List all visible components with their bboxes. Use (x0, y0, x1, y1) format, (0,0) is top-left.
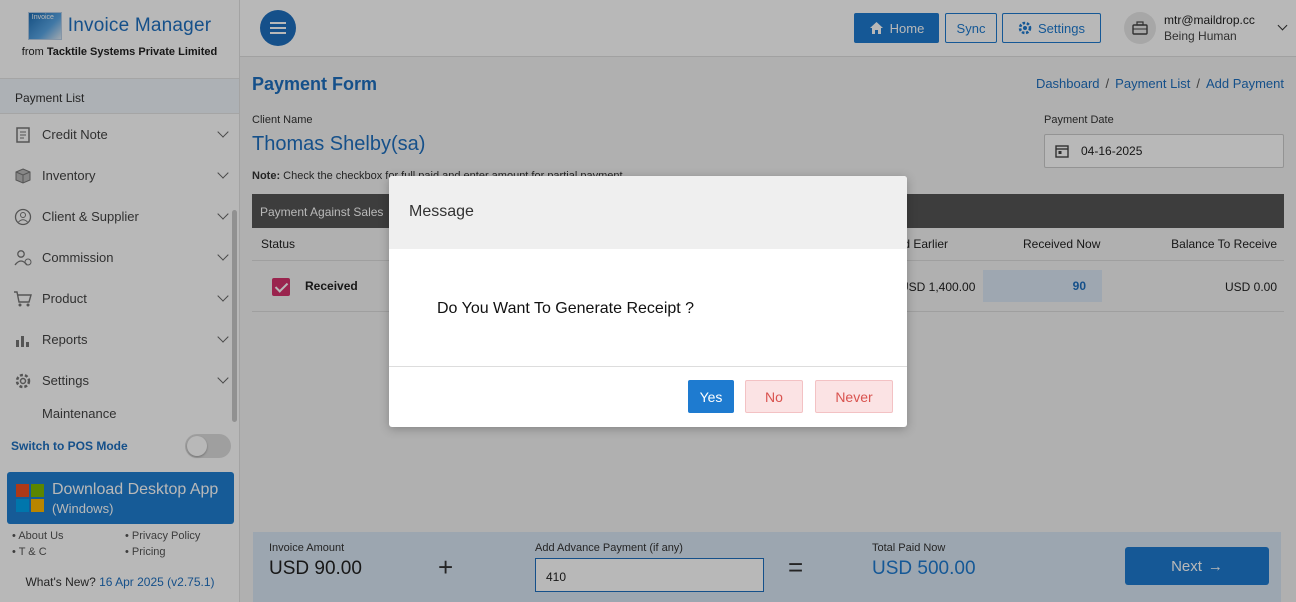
dialog-footer: Yes No Never (389, 367, 907, 427)
dialog-title: Message (389, 176, 907, 249)
never-button[interactable]: Never (815, 380, 893, 413)
dialog-message: Do You Want To Generate Receipt ? (389, 249, 907, 367)
yes-button[interactable]: Yes (688, 380, 734, 413)
message-dialog: Message Do You Want To Generate Receipt … (389, 176, 907, 427)
no-button[interactable]: No (745, 380, 803, 413)
